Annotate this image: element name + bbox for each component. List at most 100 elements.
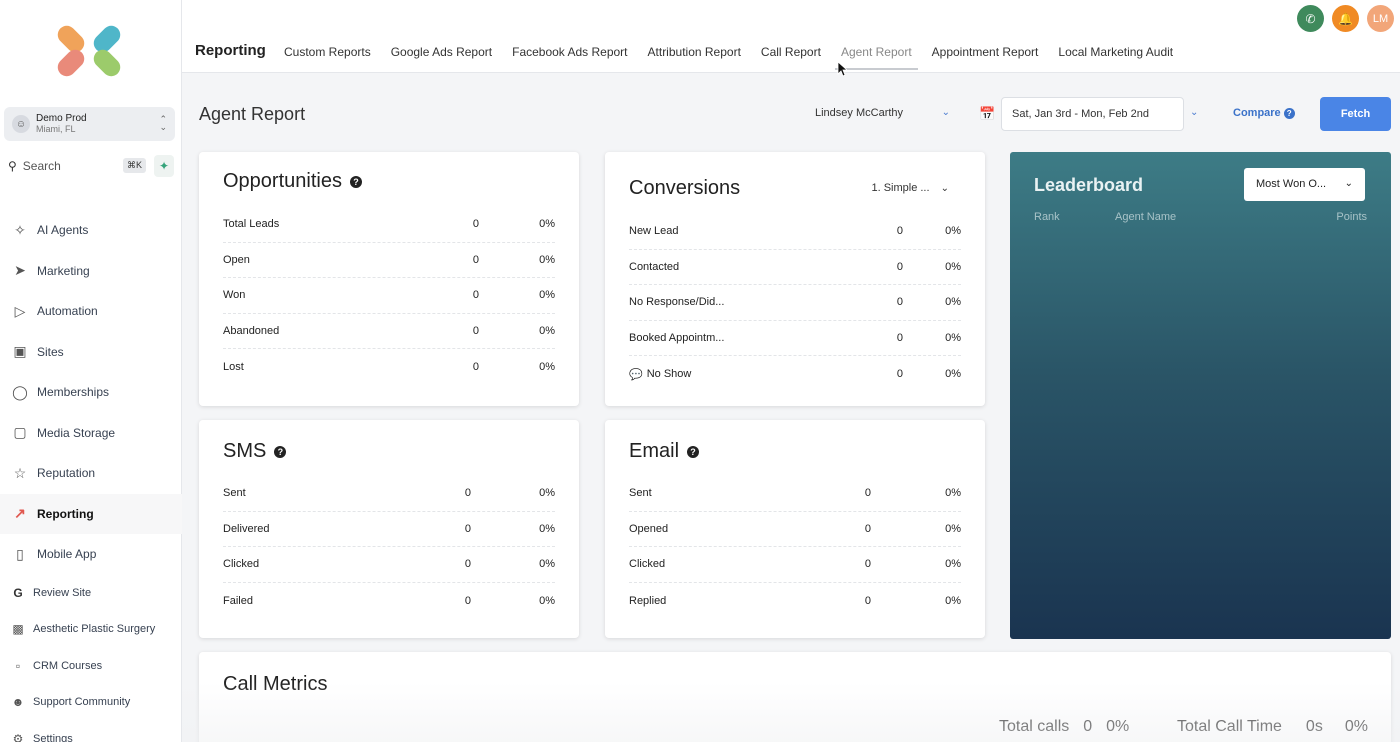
row-value: 0 <box>472 253 479 266</box>
row-label: New Lead <box>629 225 679 238</box>
user-avatar[interactable]: LM <box>1367 5 1394 32</box>
agent-select-value: Lindsey McCarthy <box>815 107 904 119</box>
row-label: Sent <box>629 487 652 500</box>
help-icon: ? <box>1283 107 1295 119</box>
phone-icon: ✆ <box>1305 11 1316 26</box>
leaderboard-metric-select[interactable]: Most Won O... ⌄ <box>1244 168 1365 201</box>
row-value: 0 <box>864 558 871 571</box>
account-location: Miami, FL <box>36 124 76 134</box>
sidebar-item-label: CRM Courses <box>33 659 103 672</box>
sidebar-item-marketing[interactable]: ➤ Marketing <box>0 251 182 292</box>
sidebar-item-label: Support Community <box>33 696 131 709</box>
chevron-down-icon[interactable]: ⌄ <box>1190 107 1198 118</box>
top-right-actions: ✆ 🔔 LM <box>1289 5 1394 32</box>
stat-percent: 0% <box>1106 718 1130 735</box>
leaderboard-panel: Leaderboard Most Won O... ⌄ Rank Agent N… <box>1010 152 1391 639</box>
sidebar-item-label: Mobile App <box>37 547 97 562</box>
sidebar-item-mobile-app[interactable]: ▯ Mobile App <box>0 534 182 575</box>
sidebar-item-reputation[interactable]: ☆ Reputation <box>0 453 182 494</box>
search-icon: ⚲ <box>8 159 17 173</box>
row-percent: 0% <box>945 368 961 381</box>
row-label: Booked Appointm... <box>629 332 725 345</box>
table-row: Clicked 0 0% <box>223 547 555 583</box>
sidebar-item-reporting[interactable]: ↗ Reporting <box>0 493 182 534</box>
row-value: 0 <box>464 594 471 607</box>
stat-label: Total calls <box>999 718 1070 735</box>
tab-google-ads-report[interactable]: Google Ads Report <box>391 45 492 59</box>
call-metrics-title: Call Metrics <box>223 673 328 695</box>
account-avatar-icon: ☺ <box>12 115 30 133</box>
help-icon[interactable]: ? <box>349 175 362 188</box>
sidebar-item-label: Settings <box>33 732 73 742</box>
sidebar-item-label: Memberships <box>37 385 110 400</box>
people-icon: ☻ <box>11 695 25 710</box>
sidebar-item-sites[interactable]: ▣ Sites <box>0 332 182 373</box>
bell-icon: 🔔 <box>1338 11 1353 26</box>
sidebar-item-label: Review Site <box>33 586 92 599</box>
sidebar-item-memberships[interactable]: ◯ Memberships <box>0 372 182 413</box>
calendar-icon[interactable]: 📅 <box>979 106 995 122</box>
row-label: Contacted <box>629 260 680 273</box>
tab-local-marketing-audit[interactable]: Local Marketing Audit <box>1058 45 1173 59</box>
sidebar-item-media-storage[interactable]: ▢ Media Storage <box>0 413 182 454</box>
sidebar-item-label: Reputation <box>37 466 96 481</box>
stat-value: 0s <box>1305 718 1323 735</box>
row-value: 0 <box>896 260 903 273</box>
help-icon[interactable]: ? <box>274 445 287 458</box>
chevron-down-icon: ⌄ <box>1344 178 1353 189</box>
table-row: 💬 No Show 0 0% <box>629 356 961 392</box>
row-percent: 0% <box>539 253 555 266</box>
row-value: 0 <box>464 522 471 535</box>
row-value: 0 <box>472 325 479 338</box>
sidebar-item-label: AI Agents <box>37 223 89 238</box>
row-percent: 0% <box>539 325 555 338</box>
help-icon[interactable]: ? <box>687 445 700 458</box>
row-label: Total Leads <box>223 218 280 231</box>
ai-assist-button[interactable]: ✦ <box>154 155 174 177</box>
sidebar-item-automation[interactable]: ▷ Automation <box>0 291 182 332</box>
tab-call-report[interactable]: Call Report <box>761 45 821 59</box>
tab-appointment-report[interactable]: Appointment Report <box>932 45 1039 59</box>
tab-agent-report[interactable]: Agent Report <box>834 45 918 70</box>
tab-custom-reports[interactable]: Custom Reports <box>284 45 371 59</box>
email-card: Email ? Sent 0 0% Opened 0 0% Clicked 0 0% Rep… <box>605 420 985 638</box>
sidebar-item-crm-courses[interactable]: ▫ CRM Courses <box>0 648 182 685</box>
table-row: Open 0 0% <box>223 243 555 279</box>
sidebar-item-aesthetic-plastic-surgery[interactable]: ▩ Aesthetic Plastic Surgery <box>0 611 182 648</box>
notifications-button[interactable]: 🔔 <box>1332 5 1359 32</box>
date-range-picker[interactable]: Sat, Jan 3rd - Mon, Feb 2nd <box>1001 97 1184 131</box>
row-label: Abandoned <box>223 325 280 338</box>
report-tabs: Custom Reports Google Ads Report Faceboo… <box>284 45 1193 70</box>
tab-attribution-report[interactable]: Attribution Report <box>648 45 741 59</box>
row-value: 0 <box>472 361 479 374</box>
sidebar-item-support-community[interactable]: ☻ Support Community <box>0 684 182 721</box>
row-label: Opened <box>629 522 669 535</box>
compare-button[interactable]: Compare ? <box>1233 107 1295 119</box>
chat-icon: 💬 <box>629 368 643 381</box>
page-title: Agent Report <box>199 104 306 124</box>
sms-rows: Sent 0 0% Delivered 0 0% Clicked 0 0% Failed 0 0… <box>223 476 555 618</box>
row-value: 0 <box>896 296 903 309</box>
account-switcher[interactable]: ☺ Demo Prod Miami, FL ⌃ ⌄ <box>4 107 175 141</box>
row-label: Failed <box>223 594 253 607</box>
row-percent: 0% <box>539 594 555 607</box>
row-value: 0 <box>896 368 903 381</box>
stat-value: 0 <box>1083 718 1093 735</box>
sidebar-item-review-site[interactable]: G Review Site <box>0 575 182 612</box>
tab-facebook-ads-report[interactable]: Facebook Ads Report <box>512 45 627 59</box>
pipeline-select[interactable]: 1. Simple ... ⌄ <box>871 182 949 194</box>
table-row: Contacted 0 0% <box>629 250 961 286</box>
search-input[interactable]: ⚲ Search ⌘K <box>4 155 148 177</box>
agent-select[interactable]: Lindsey McCarthy ⌄ <box>815 107 950 119</box>
phone-call-button[interactable]: ✆ <box>1297 5 1324 32</box>
fetch-button[interactable]: Fetch <box>1320 97 1391 131</box>
row-label: Replied <box>629 594 667 607</box>
sidebar-item-label: Reporting <box>37 506 94 521</box>
sidebar-item-settings[interactable]: ⚙ Settings <box>0 721 182 742</box>
brand-logo[interactable] <box>56 20 122 82</box>
sidebar-item-ai-agents[interactable]: ✧ AI Agents <box>0 210 182 251</box>
row-percent: 0% <box>945 594 961 607</box>
gear-icon: ⚙ <box>12 731 24 742</box>
table-row: Lost 0 0% <box>223 349 555 385</box>
row-label: Delivered <box>223 522 270 535</box>
